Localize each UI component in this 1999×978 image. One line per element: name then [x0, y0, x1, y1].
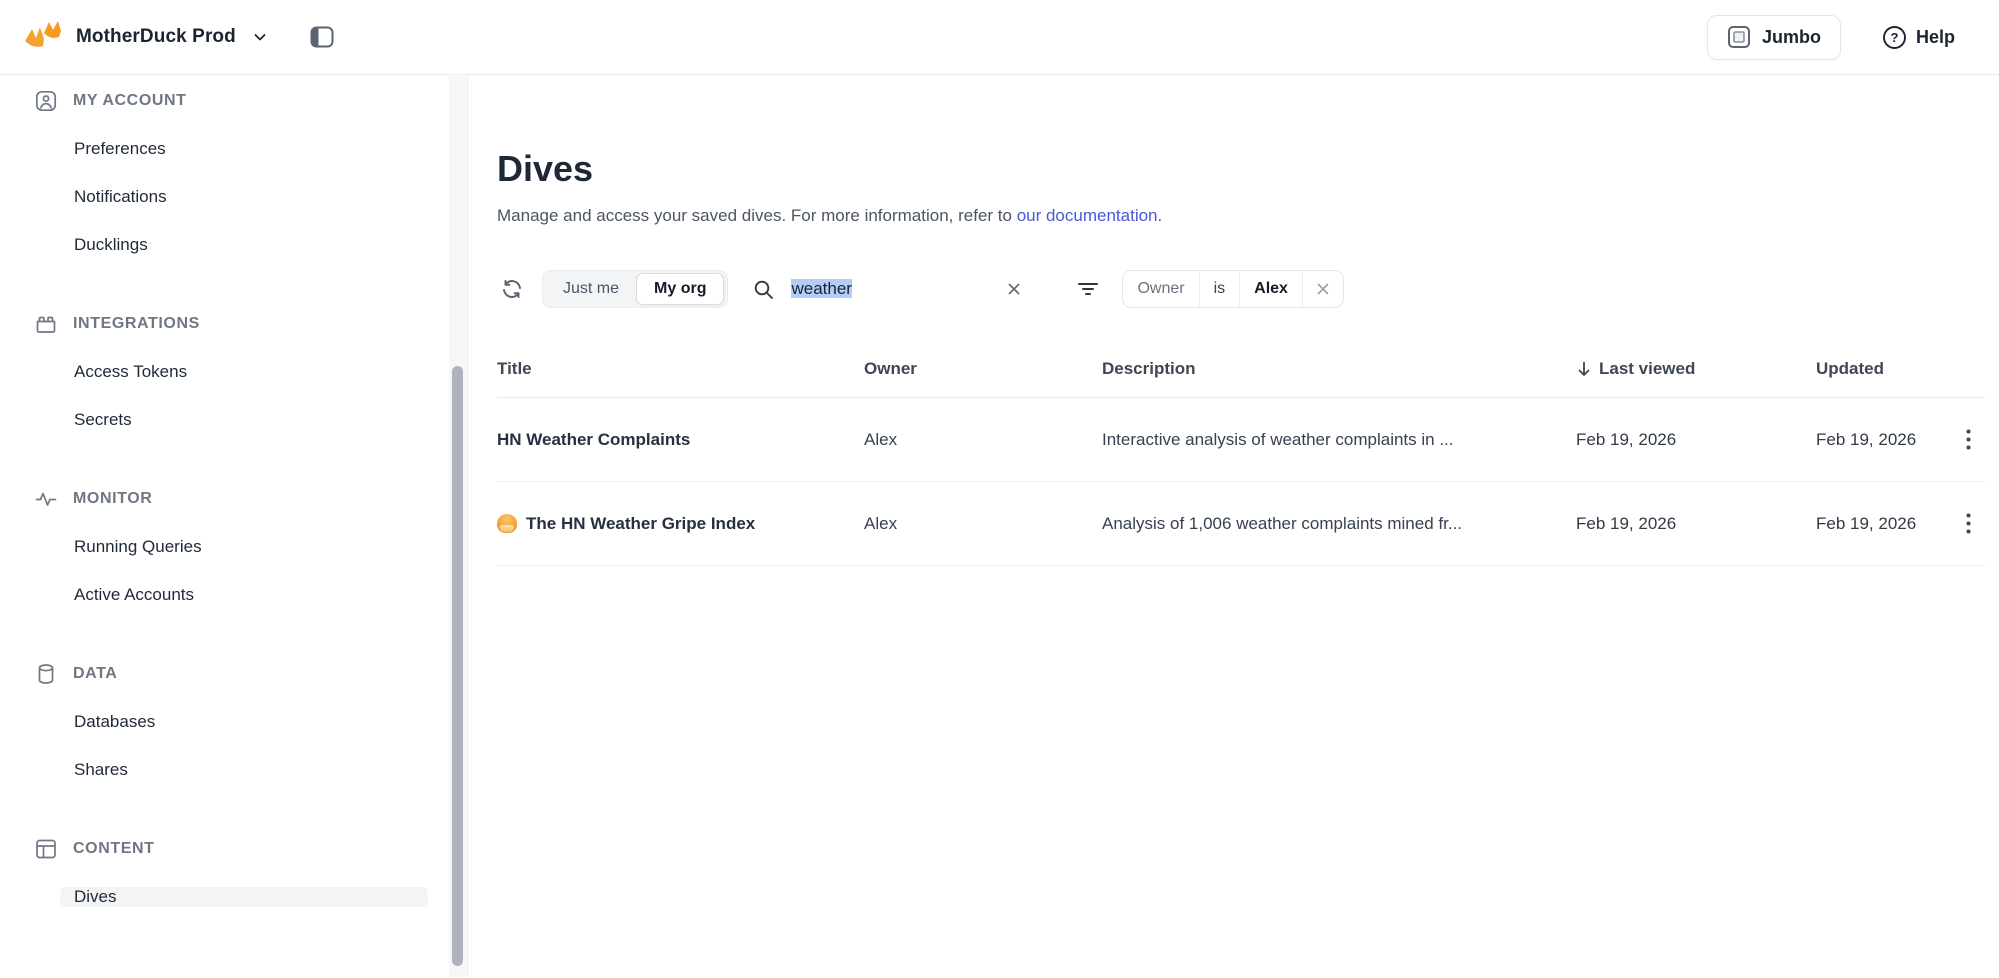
column-header-description[interactable]: Description	[1102, 359, 1576, 379]
dive-last-viewed: Feb 19, 2026	[1576, 430, 1816, 450]
top-bar-actions: Jumbo ? Help	[1707, 15, 1955, 60]
sidebar-toggle-button[interactable]	[310, 26, 334, 48]
sort-descending-icon	[1576, 360, 1592, 378]
pulse-icon	[35, 488, 57, 510]
filter-chip-remove-icon[interactable]	[1302, 271, 1343, 307]
sidebar-item-secrets[interactable]: Secrets	[0, 410, 132, 430]
column-header-updated[interactable]: Updated	[1816, 359, 1944, 379]
column-header-last-viewed[interactable]: Last viewed	[1576, 359, 1816, 379]
row-actions-button[interactable]	[1951, 507, 1985, 541]
scope-option-just-me[interactable]: Just me	[546, 273, 636, 305]
search-clear-icon[interactable]	[1004, 279, 1024, 299]
sidebar-item-notifications[interactable]: Notifications	[0, 187, 167, 207]
org-name: MotherDuck Prod	[76, 26, 236, 48]
kebab-menu-icon	[1966, 513, 1971, 534]
table-row[interactable]: HN Weather Complaints Alex Interactive a…	[497, 398, 1985, 482]
sidebar-item-dives[interactable]: Dives	[60, 887, 428, 907]
motherduck-logo-icon	[22, 19, 64, 55]
org-switcher[interactable]: MotherDuck Prod	[22, 19, 268, 55]
sidebar-panel-icon	[310, 26, 334, 48]
documentation-link[interactable]: our documentation	[1017, 206, 1158, 225]
page-title: Dives	[497, 147, 1985, 191]
brick-icon	[35, 313, 57, 335]
sidebar-section-monitor: MONITOR	[0, 475, 467, 523]
jumbo-button[interactable]: Jumbo	[1707, 15, 1841, 60]
help-label: Help	[1916, 27, 1955, 48]
scope-toggle: Just me My org	[542, 270, 728, 308]
column-header-title[interactable]: Title	[497, 359, 864, 379]
kebab-menu-icon	[1966, 429, 1971, 450]
sidebar-item-databases[interactable]: Databases	[0, 712, 155, 732]
column-header-owner[interactable]: Owner	[864, 359, 1102, 379]
dive-updated: Feb 19, 2026	[1816, 514, 1944, 534]
jumbo-label: Jumbo	[1762, 27, 1821, 48]
dives-table: Title Owner Description Last viewed Upda…	[497, 340, 1985, 566]
filter-icon[interactable]	[1076, 277, 1100, 301]
search-value: weather	[791, 279, 851, 299]
main-content: Dives Manage and access your saved dives…	[469, 75, 1999, 978]
sidebar-item-running-queries[interactable]: Running Queries	[0, 537, 202, 557]
filter-toolbar: Just me My org weather	[497, 270, 1985, 308]
table-header-row: Title Owner Description Last viewed Upda…	[497, 340, 1985, 398]
sidebar-section-my-account: MY ACCOUNT	[0, 77, 467, 125]
dive-owner: Alex	[864, 430, 1102, 450]
sidebar-item-shares[interactable]: Shares	[0, 760, 128, 780]
svg-text:?: ?	[1891, 30, 1899, 45]
sidebar-item-active-accounts[interactable]: Active Accounts	[0, 585, 194, 605]
sidebar-item-access-tokens[interactable]: Access Tokens	[0, 362, 187, 382]
page-description: Manage and access your saved dives. For …	[497, 204, 1985, 228]
dive-title[interactable]: The HN Weather Gripe Index	[497, 514, 864, 534]
help-icon: ?	[1882, 25, 1907, 50]
sidebar-item-ducklings[interactable]: Ducklings	[0, 235, 148, 255]
sidebar-item-preferences[interactable]: Preferences	[0, 139, 166, 159]
filter-chip-owner: Owner is Alex	[1122, 270, 1343, 308]
filter-chip-field[interactable]: Owner	[1123, 271, 1198, 307]
dive-last-viewed: Feb 19, 2026	[1576, 514, 1816, 534]
search-icon	[752, 278, 775, 301]
refresh-button[interactable]	[500, 277, 524, 301]
dive-title[interactable]: HN Weather Complaints	[497, 430, 864, 450]
dive-updated: Feb 19, 2026	[1816, 430, 1944, 450]
pie-emoji	[497, 514, 517, 533]
table-row[interactable]: The HN Weather Gripe Index Alex Analysis…	[497, 482, 1985, 566]
dive-owner: Alex	[864, 514, 1102, 534]
sidebar-section-integrations: INTEGRATIONS	[0, 300, 467, 348]
dive-description: Interactive analysis of weather complain…	[1102, 430, 1576, 450]
filter-chip-value[interactable]: Alex	[1239, 271, 1302, 307]
chevron-down-icon	[252, 29, 268, 45]
row-actions-button[interactable]	[1951, 423, 1985, 457]
top-bar: MotherDuck Prod Jumbo	[0, 0, 1999, 75]
help-button[interactable]: ? Help	[1882, 25, 1955, 50]
database-icon	[35, 663, 57, 685]
sidebar-section-content: CONTENT	[0, 825, 467, 873]
layout-icon	[35, 838, 57, 860]
filter-chip-operator[interactable]: is	[1199, 271, 1240, 307]
sidebar-scrollbar-thumb[interactable]	[452, 366, 463, 966]
scope-option-my-org[interactable]: My org	[636, 273, 724, 305]
sidebar-scrollbar-track[interactable]	[449, 76, 466, 977]
sidebar: MY ACCOUNT Preferences Notifications Duc…	[0, 75, 468, 978]
jumbo-icon	[1727, 25, 1751, 49]
user-icon	[35, 90, 57, 112]
search-input[interactable]: weather	[752, 278, 1024, 301]
sidebar-section-data: DATA	[0, 650, 467, 698]
dive-description: Analysis of 1,006 weather complaints min…	[1102, 514, 1576, 534]
